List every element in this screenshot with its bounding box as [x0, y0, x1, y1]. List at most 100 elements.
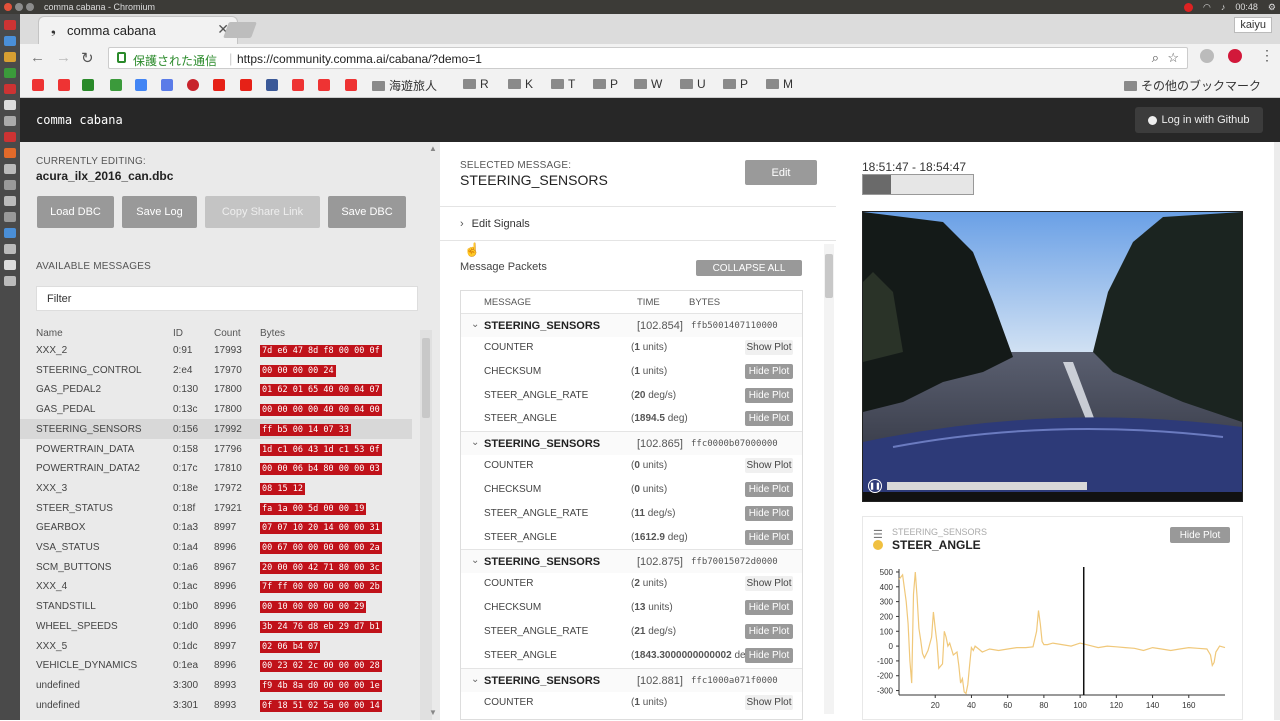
message-row[interactable]: POWERTRAIN_DATA2 0:17c 17810 00 00 06 b4 80… [20, 458, 412, 478]
extension-icon[interactable] [1200, 49, 1214, 63]
save-dbc-button[interactable]: Save DBC [328, 196, 406, 228]
load-dbc-button[interactable]: Load DBC [37, 196, 114, 228]
chevron-down-icon[interactable]: ⌄ [471, 319, 479, 330]
hide-plot-button[interactable]: Hide Plot [745, 624, 793, 639]
edit-signals-toggle[interactable]: › Edit Signals [460, 218, 530, 230]
other-bookmarks[interactable]: その他のブックマーク [1124, 77, 1261, 94]
chevron-down-icon[interactable]: ⌄ [471, 555, 479, 566]
bookmark-icon[interactable] [110, 79, 122, 91]
message-row[interactable]: STANDSTILL 0:1b0 8996 00 10 00 00 00 00 29 [20, 596, 412, 616]
packet-row[interactable]: ⌄ STEERING_SENSORS [102.854] ffb50014071100… [461, 313, 802, 337]
message-row[interactable]: undefined 3:300 8993 f9 4b 8a d0 00 00 00 1… [20, 675, 412, 695]
login-github-button[interactable]: Log in with Github [1135, 107, 1263, 133]
extension-icon[interactable] [1228, 49, 1242, 63]
bookmark-icon[interactable] [292, 79, 304, 91]
scroll-thumb[interactable] [825, 254, 833, 298]
message-row[interactable]: WHEEL_SPEEDS 0:1d0 8996 3b 24 76 d8 eb 29 d… [20, 616, 412, 636]
show-plot-button[interactable]: Show Plot [745, 694, 793, 710]
message-row[interactable]: GAS_PEDAL2 0:130 17800 01 62 01 65 40 00 04… [20, 379, 412, 399]
bookmark-star-icon[interactable]: ☆ [1167, 50, 1179, 66]
show-plot-button[interactable]: Show Plot [745, 576, 793, 592]
tab-comma-cabana[interactable]: ❟ comma cabana ✕ [38, 16, 238, 44]
pinterest-icon[interactable] [187, 79, 199, 91]
wifi-icon[interactable]: ◠ [1203, 2, 1211, 13]
message-row[interactable]: XXX_2 0:91 17993 7d e6 47 8d f8 00 00 0f [20, 340, 412, 360]
launcher-app-icon[interactable] [4, 260, 16, 270]
bookmark-icon[interactable] [58, 79, 70, 91]
bookmark-folder[interactable]: W [634, 77, 662, 91]
hide-plot-button[interactable]: Hide Plot [1170, 527, 1230, 543]
hide-plot-button[interactable]: Hide Plot [745, 600, 793, 616]
scroll-down-icon[interactable]: ▼ [429, 708, 437, 717]
chevron-down-icon[interactable]: ⌄ [471, 437, 479, 448]
bookmark-folder[interactable]: P [593, 77, 618, 91]
bookmark-icon[interactable] [135, 79, 147, 91]
bookmark-folder[interactable]: R [463, 77, 489, 91]
power-icon[interactable]: ⚙ [1268, 2, 1276, 13]
message-row[interactable]: STEER_STATUS 0:18f 17921 fa 1a 00 5d 00 00 … [20, 498, 412, 518]
message-row[interactable]: undefined 3:301 8993 0f 18 51 02 5a 00 00 1… [20, 695, 412, 715]
hide-plot-button[interactable]: Hide Plot [745, 363, 793, 379]
packet-row[interactable]: ⌄ STEERING_SENSORS [102.881] ffc1000a071f00… [461, 667, 802, 692]
bookmark-folder[interactable]: U [680, 77, 706, 91]
hide-plot-button[interactable]: Hide Plot [745, 647, 793, 663]
steer-angle-chart[interactable]: 500 400 300 200 100 0 -100 -200 -300 20 40 60 80 100 1… [863, 561, 1233, 721]
launcher-app-icon[interactable] [4, 52, 16, 62]
message-row[interactable]: VSA_STATUS 0:1a4 8996 00 67 00 00 00 00 00 … [20, 537, 412, 557]
message-row[interactable]: SCM_BUTTONS 0:1a6 8967 20 00 00 42 71 80 00… [20, 557, 412, 577]
bookmark-folder[interactable]: K [508, 77, 533, 91]
launcher-app-icon[interactable] [4, 164, 16, 174]
new-tab-button[interactable] [223, 22, 257, 38]
record-icon[interactable] [1184, 2, 1194, 12]
message-row[interactable]: GAS_PEDAL 0:13c 17800 00 00 00 00 40 00 04 … [20, 399, 412, 419]
message-row[interactable]: STEERING_CONTROL 2:e4 17970 00 00 00 00 24 [20, 360, 412, 380]
video-progress-bar[interactable] [887, 482, 1087, 490]
hide-plot-button[interactable]: Hide Plot [745, 529, 793, 545]
youtube-icon[interactable] [213, 79, 225, 91]
hide-plot-button[interactable]: Hide Plot [745, 505, 793, 521]
packet-row[interactable]: ⌄ STEERING_SENSORS [102.865] ffc0000b070000… [461, 431, 802, 456]
bookmark-folder[interactable]: M [766, 77, 793, 91]
show-plot-button[interactable]: Show Plot [745, 458, 793, 474]
pause-icon[interactable]: ❚❚ [868, 479, 882, 493]
packet-row[interactable]: ⌄ STEERING_SENSORS [102.875] ffb70015072d00… [461, 549, 802, 574]
back-arrow-icon[interactable]: ← [30, 49, 45, 66]
launcher-app-icon[interactable] [4, 68, 16, 78]
menu-icon[interactable]: ⋮ [1260, 47, 1274, 64]
scroll-thumb[interactable] [422, 338, 430, 418]
hide-plot-button[interactable]: Hide Plot [745, 387, 793, 403]
chevron-down-icon[interactable]: ⌄ [471, 674, 479, 685]
volume-icon[interactable]: ♪ [1221, 2, 1226, 12]
messages-scrollbar[interactable] [420, 330, 432, 720]
time-range-bar[interactable] [862, 174, 974, 195]
address-bar[interactable]: 保護された通信 | https://community.comma.ai/cab… [108, 47, 1188, 69]
scroll-up-icon[interactable]: ▲ [429, 144, 437, 153]
youtube-icon[interactable] [240, 79, 252, 91]
launcher-app-icon[interactable] [4, 180, 16, 190]
launcher-app-icon[interactable] [4, 84, 16, 94]
show-plot-button[interactable]: Show Plot [745, 340, 793, 355]
launcher-app-icon[interactable] [4, 244, 16, 254]
forward-arrow-icon[interactable]: → [56, 49, 71, 66]
launcher-app-icon[interactable] [4, 196, 16, 206]
profile-name[interactable]: kaiyu [1234, 17, 1272, 33]
copy-share-link-button[interactable]: Copy Share Link [205, 196, 320, 228]
launcher-app-icon[interactable] [4, 100, 16, 110]
collapse-all-button[interactable]: COLLAPSE ALL [696, 260, 802, 276]
window-minimize-icon[interactable] [15, 3, 23, 11]
bookmark-icon[interactable] [318, 79, 330, 91]
launcher-app-icon[interactable] [4, 116, 16, 126]
zoom-icon[interactable]: ⌕ [1152, 50, 1159, 66]
filter-input[interactable]: Filter [36, 286, 418, 311]
reload-icon[interactable]: ↻ [81, 49, 94, 67]
app-brand[interactable]: comma cabana [36, 113, 123, 127]
bookmark-icon[interactable] [161, 79, 173, 91]
launcher-app-icon[interactable] [4, 276, 16, 286]
window-maximize-icon[interactable] [26, 3, 34, 11]
edit-button[interactable]: Edit [745, 160, 817, 185]
message-row[interactable]: POWERTRAIN_DATA 0:158 17796 1d c1 06 43 1d … [20, 439, 412, 459]
bookmark-folder[interactable]: T [551, 77, 575, 91]
launcher-app-icon[interactable] [4, 212, 16, 222]
bookmark-icon[interactable] [82, 79, 94, 91]
launcher-app-icon[interactable] [4, 36, 16, 46]
